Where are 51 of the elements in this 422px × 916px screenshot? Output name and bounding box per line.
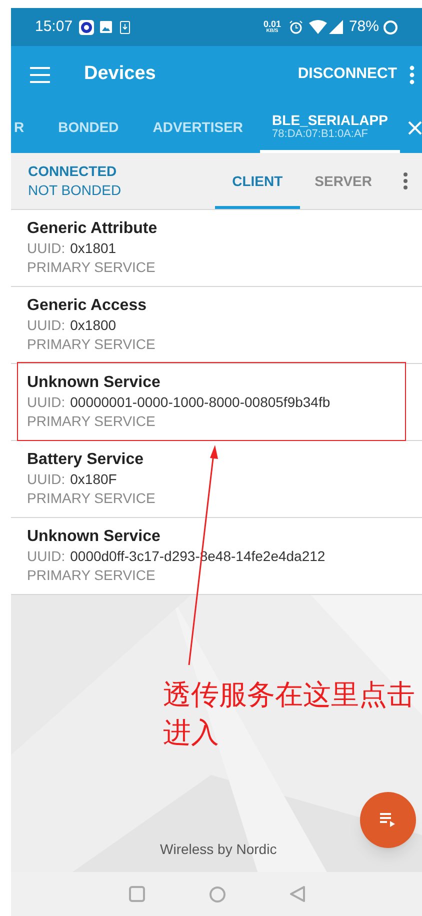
close-icon[interactable]	[408, 121, 422, 135]
service-type: PRIMARY SERVICE	[27, 335, 156, 354]
image-icon	[100, 21, 112, 33]
uuid-label: UUID:	[27, 239, 66, 258]
wifi-icon	[308, 20, 327, 34]
download-icon	[120, 20, 130, 34]
service-name: Unknown Service	[27, 527, 162, 547]
uuid-label: UUID:	[27, 547, 66, 566]
service-type: PRIMARY SERVICE	[27, 566, 156, 585]
menu-icon[interactable]	[30, 66, 50, 82]
uuid-label: UUID:	[27, 316, 66, 335]
status-time: 15:07	[35, 16, 73, 37]
footer-text: Wireless by Nordic	[160, 840, 277, 859]
app-notification-icon	[78, 20, 94, 34]
back-icon[interactable]	[290, 886, 304, 902]
disconnect-button[interactable]: DISCONNECT	[298, 63, 397, 86]
service-item[interactable]: Unknown Service UUID: 00000001-0000-1000-8000-00805f9b34fb PRIMARY SERVICE	[11, 364, 422, 441]
service-name: Unknown Service	[27, 373, 162, 393]
connection-state: CONNECTED	[28, 162, 118, 181]
app-title: Devices	[84, 62, 156, 86]
service-item[interactable]: Generic Access UUID: 0x1800 PRIMARY SERVICE	[11, 287, 422, 364]
signal-icon	[328, 20, 343, 34]
uuid-value: 0x1800	[70, 316, 116, 335]
uuid-value: 00000001-0000-1000-8000-00805f9b34fb	[70, 393, 330, 412]
more-icon[interactable]	[403, 172, 408, 190]
alarm-icon	[288, 20, 303, 34]
service-item[interactable]: Battery Service UUID: 0x180F PRIMARY SERVICE	[11, 441, 422, 518]
uuid-label: UUID:	[27, 393, 66, 412]
battery-percentage: 78%	[348, 16, 379, 37]
service-item[interactable]: Generic Attribute UUID: 0x1801 PRIMARY SERVICE	[11, 210, 422, 287]
list-play-icon	[380, 813, 396, 827]
device-tab[interactable]: R	[11, 103, 42, 153]
home-icon[interactable]	[208, 886, 226, 902]
service-name: Generic Access	[27, 296, 148, 316]
network-speed: 0.01	[263, 20, 281, 29]
uuid-value: 0x1801	[70, 239, 116, 258]
service-type: PRIMARY SERVICE	[27, 489, 156, 508]
service-type: PRIMARY SERVICE	[27, 412, 156, 431]
annotation-text: 透传服务在这里点击进入	[163, 678, 416, 750]
device-tab[interactable]: BONDED	[41, 103, 136, 153]
device-tab[interactable]: ADVERTISER	[136, 103, 260, 153]
service-name: Generic Attribute	[27, 219, 158, 239]
service-name: Battery Service	[27, 450, 145, 470]
more-icon[interactable]	[409, 64, 415, 84]
bond-state: NOT BONDED	[28, 181, 122, 200]
uuid-value: 0x180F	[70, 470, 117, 489]
battery-icon	[383, 20, 398, 34]
recents-icon[interactable]	[128, 886, 144, 902]
service-type: PRIMARY SERVICE	[27, 258, 156, 277]
uuid-label: UUID:	[27, 470, 66, 489]
mode-tab[interactable]: SERVER	[300, 153, 387, 209]
